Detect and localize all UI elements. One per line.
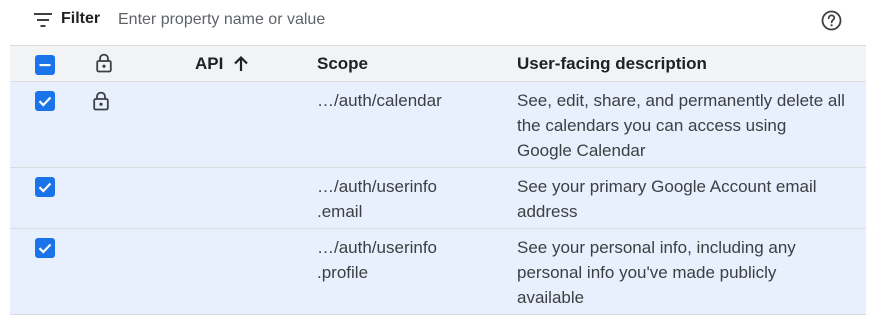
description-cell: See, edit, share, and permanently delete… <box>517 88 862 163</box>
scope-cell: …/auth/calendar <box>317 88 497 113</box>
description-line: See your personal info, including any <box>517 238 796 257</box>
description-cell: See your primary Google Account email ad… <box>517 174 862 224</box>
lock-icon <box>93 91 109 111</box>
row-checkbox[interactable] <box>35 91 55 111</box>
description-cell: See your personal info, including any pe… <box>517 235 862 310</box>
filter-input[interactable] <box>118 7 758 33</box>
scope-line: …/auth/userinfo <box>317 238 438 257</box>
select-all-checkbox[interactable] <box>35 55 55 75</box>
description-line: the calendars you can access using <box>517 116 787 135</box>
description-line: address <box>517 202 578 221</box>
filter-bar: Filter <box>0 0 875 42</box>
filter-icon[interactable] <box>34 13 52 27</box>
scope-line: …/auth/userinfo <box>317 177 438 196</box>
description-line: See, edit, share, and permanently delete… <box>517 91 845 110</box>
table-header: API Scope User-facing description <box>10 45 866 82</box>
description-line: See your primary Google Account email <box>517 177 817 196</box>
row-checkbox[interactable] <box>35 238 55 258</box>
help-icon[interactable] <box>821 10 842 31</box>
scope-line: .profile <box>317 263 369 282</box>
description-line: personal info you've made publicly <box>517 263 777 282</box>
description-line: Google Calendar <box>517 141 646 160</box>
scope-line: …/auth/calendar <box>317 91 442 110</box>
table-row[interactable]: …/auth/userinfo .email See your primary … <box>10 168 866 229</box>
column-header-api[interactable]: API <box>195 54 223 74</box>
scope-cell: …/auth/userinfo .profile <box>317 235 497 285</box>
row-checkbox[interactable] <box>35 177 55 197</box>
description-line: available <box>517 288 585 307</box>
filter-label[interactable]: Filter <box>61 10 100 28</box>
scope-cell: …/auth/userinfo .email <box>317 174 497 224</box>
lock-icon <box>96 53 112 73</box>
column-header-description[interactable]: User-facing description <box>517 54 707 74</box>
table-row[interactable]: …/auth/userinfo .profile See your person… <box>10 229 866 315</box>
column-header-scope[interactable]: Scope <box>317 54 368 74</box>
table-row[interactable]: …/auth/calendar See, edit, share, and pe… <box>10 82 866 168</box>
arrow-up-icon[interactable] <box>232 55 250 73</box>
scope-line: .email <box>317 202 363 221</box>
